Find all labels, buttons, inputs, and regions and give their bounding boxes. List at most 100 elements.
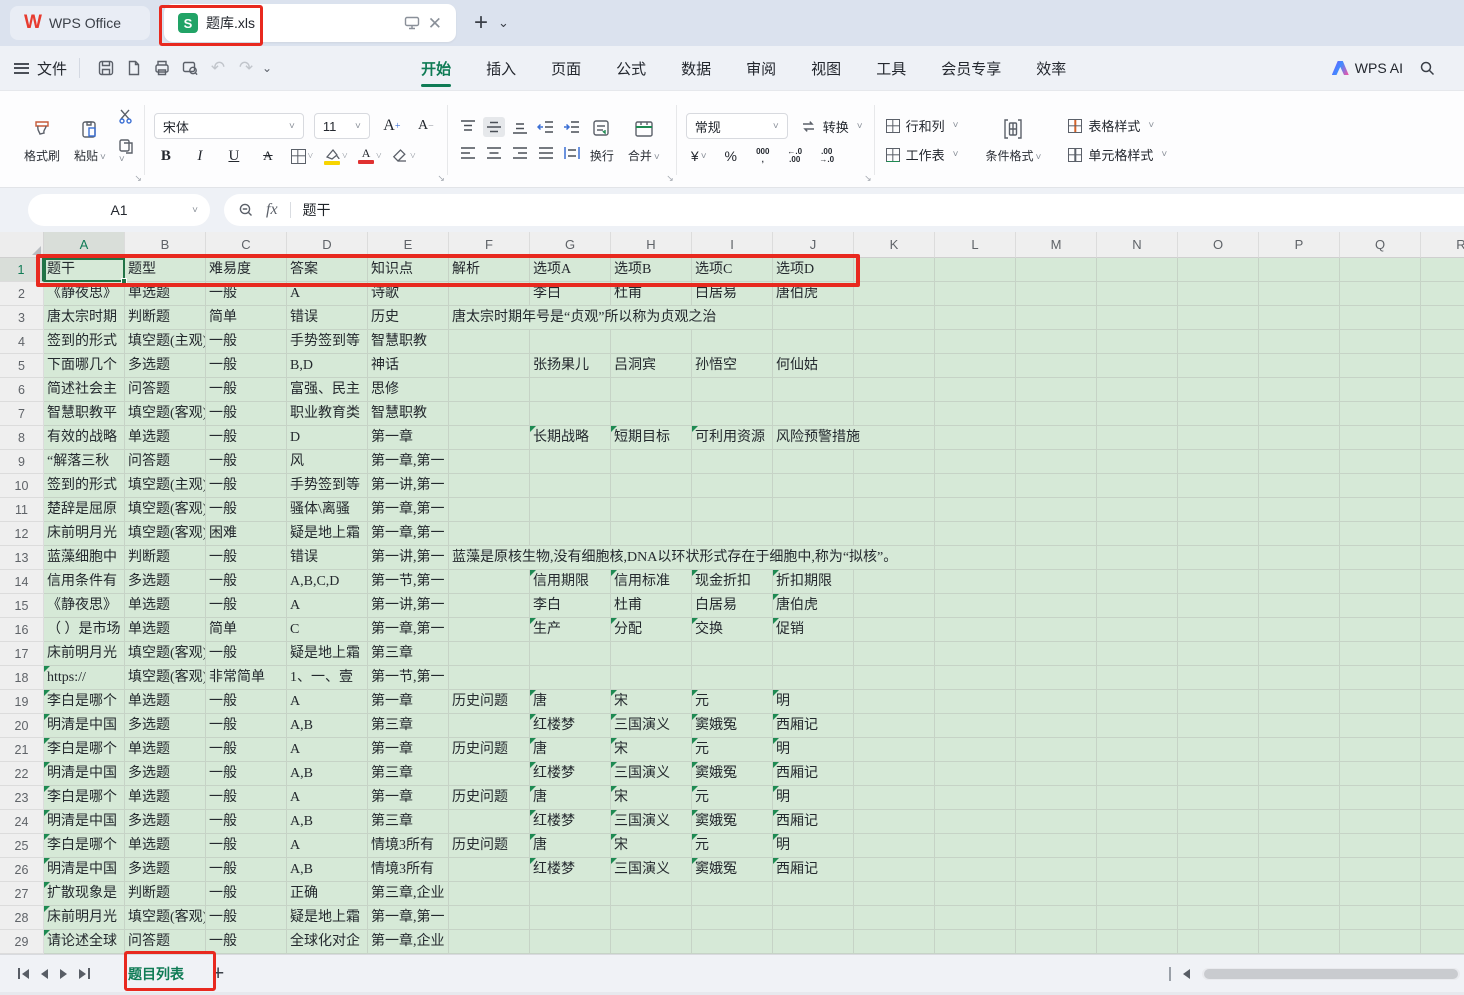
column-header-C[interactable]: C [206,232,287,258]
print-button[interactable] [148,54,176,82]
cell-L21[interactable] [935,738,1016,762]
cell-B7[interactable]: 填空题(客观) [125,402,206,426]
row-header-5[interactable]: 5 [0,354,44,378]
cell-C17[interactable]: 一般 [206,642,287,666]
cell-E12[interactable]: 第一章,第一 [368,522,449,546]
cell-F21[interactable]: 历史问题 [449,738,530,762]
cell-N14[interactable] [1097,570,1178,594]
cell-G23[interactable]: 唐 [530,786,611,810]
cell-N10[interactable] [1097,474,1178,498]
cell-H22[interactable]: 三国演义 [611,762,692,786]
cell-M3[interactable] [1016,306,1097,330]
cell-G29[interactable] [530,930,611,954]
cell-J18[interactable] [773,666,854,690]
cell-P29[interactable] [1259,930,1340,954]
cell-H4[interactable] [611,330,692,354]
cell-B16[interactable]: 单选题 [125,618,206,642]
cell-A13[interactable]: 蓝藻细胞中 [44,546,125,570]
fill-handle[interactable] [121,278,127,284]
cell-M24[interactable] [1016,810,1097,834]
cell-O16[interactable] [1178,618,1259,642]
cell-G17[interactable] [530,642,611,666]
cell-O11[interactable] [1178,498,1259,522]
cell-H5[interactable]: 吕洞宾 [611,354,692,378]
cell-P14[interactable] [1259,570,1340,594]
increase-indent-icon[interactable] [561,117,583,137]
copy-icon[interactable]: ˅ [117,137,135,173]
cell-E5[interactable]: 神话 [368,354,449,378]
cell-B21[interactable]: 单选题 [125,738,206,762]
cell-L28[interactable] [935,906,1016,930]
cell-K18[interactable] [854,666,935,690]
cell-E7[interactable]: 智慧职教 [368,402,449,426]
cell-I10[interactable] [692,474,773,498]
cell-E25[interactable]: 情境3所有 [368,834,449,858]
cell-C22[interactable]: 一般 [206,762,287,786]
cell-A3[interactable]: 唐太宗时期 [44,306,125,330]
cell-J20[interactable]: 西厢记 [773,714,854,738]
cell-N27[interactable] [1097,882,1178,906]
cell-A5[interactable]: 下面哪几个 [44,354,125,378]
decrease-decimal-button[interactable]: .00→.0 [814,145,840,167]
cell-C27[interactable]: 一般 [206,882,287,906]
row-header-12[interactable]: 12 [0,522,44,546]
cell-I9[interactable] [692,450,773,474]
cell-R2[interactable] [1421,282,1464,306]
cell-G16[interactable]: 生产 [530,618,611,642]
cell-I6[interactable] [692,378,773,402]
cell-I21[interactable]: 元 [692,738,773,762]
cell-Q4[interactable] [1340,330,1421,354]
cell-Q17[interactable] [1340,642,1421,666]
cell-J19[interactable]: 明 [773,690,854,714]
cell-L10[interactable] [935,474,1016,498]
cell-A25[interactable]: 李白是哪个 [44,834,125,858]
fx-icon[interactable]: fx [266,201,278,219]
cell-R3[interactable] [1421,306,1464,330]
cell-L24[interactable] [935,810,1016,834]
group-expander-icon[interactable]: ↘ [864,173,872,184]
add-sheet-button[interactable]: + [212,963,224,984]
cell-Q6[interactable] [1340,378,1421,402]
cell-P2[interactable] [1259,282,1340,306]
cell-J23[interactable]: 明 [773,786,854,810]
currency-format-button[interactable]: ¥˅ [686,145,712,167]
cell-H14[interactable]: 信用标准 [611,570,692,594]
cell-B26[interactable]: 多选题 [125,858,206,882]
cell-M1[interactable] [1016,258,1097,282]
cell-M4[interactable] [1016,330,1097,354]
cell-M16[interactable] [1016,618,1097,642]
cell-C4[interactable]: 一般 [206,330,287,354]
italic-button[interactable]: I [188,145,212,167]
cell-A29[interactable]: 请论述全球 [44,930,125,954]
thousands-separator-button[interactable]: 000, [750,145,776,167]
cell-K6[interactable] [854,378,935,402]
cell-H2[interactable]: 杜甫 [611,282,692,306]
cell-C25[interactable]: 一般 [206,834,287,858]
cell-I1[interactable]: 选项C [692,258,773,282]
row-header-29[interactable]: 29 [0,930,44,954]
column-header-M[interactable]: M [1016,232,1097,258]
cell-E8[interactable]: 第一章 [368,426,449,450]
cell-Q22[interactable] [1340,762,1421,786]
cell-G28[interactable] [530,906,611,930]
cell-G15[interactable]: 李白 [530,594,611,618]
cell-P11[interactable] [1259,498,1340,522]
align-center-icon[interactable] [483,143,505,163]
cell-Q14[interactable] [1340,570,1421,594]
cell-M18[interactable] [1016,666,1097,690]
cell-P27[interactable] [1259,882,1340,906]
cell-C13[interactable]: 一般 [206,546,287,570]
cell-D4[interactable]: 手势签到等 [287,330,368,354]
column-header-N[interactable]: N [1097,232,1178,258]
cell-K4[interactable] [854,330,935,354]
cell-A11[interactable]: 楚辞是屈原 [44,498,125,522]
zoom-formula-icon[interactable] [238,202,254,218]
cell-Q1[interactable] [1340,258,1421,282]
row-header-27[interactable]: 27 [0,882,44,906]
cell-O13[interactable] [1178,546,1259,570]
cell-F8[interactable] [449,426,530,450]
cell-Q15[interactable] [1340,594,1421,618]
cell-R23[interactable] [1421,786,1464,810]
justify-icon[interactable] [535,143,557,163]
cell-J14[interactable]: 折扣期限 [773,570,854,594]
